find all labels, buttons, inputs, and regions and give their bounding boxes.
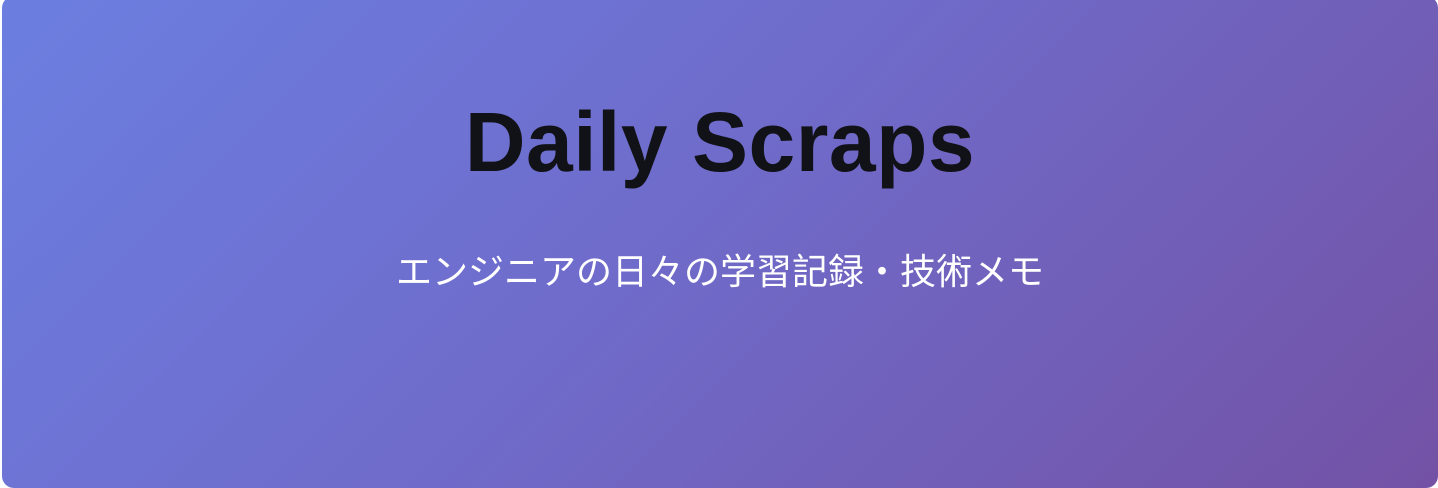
hero-banner: Daily Scraps エンジニアの日々の学習記録・技術メモ	[2, 0, 1438, 488]
site-title: Daily Scraps	[464, 95, 976, 189]
site-subtitle: エンジニアの日々の学習記録・技術メモ	[395, 252, 1044, 293]
